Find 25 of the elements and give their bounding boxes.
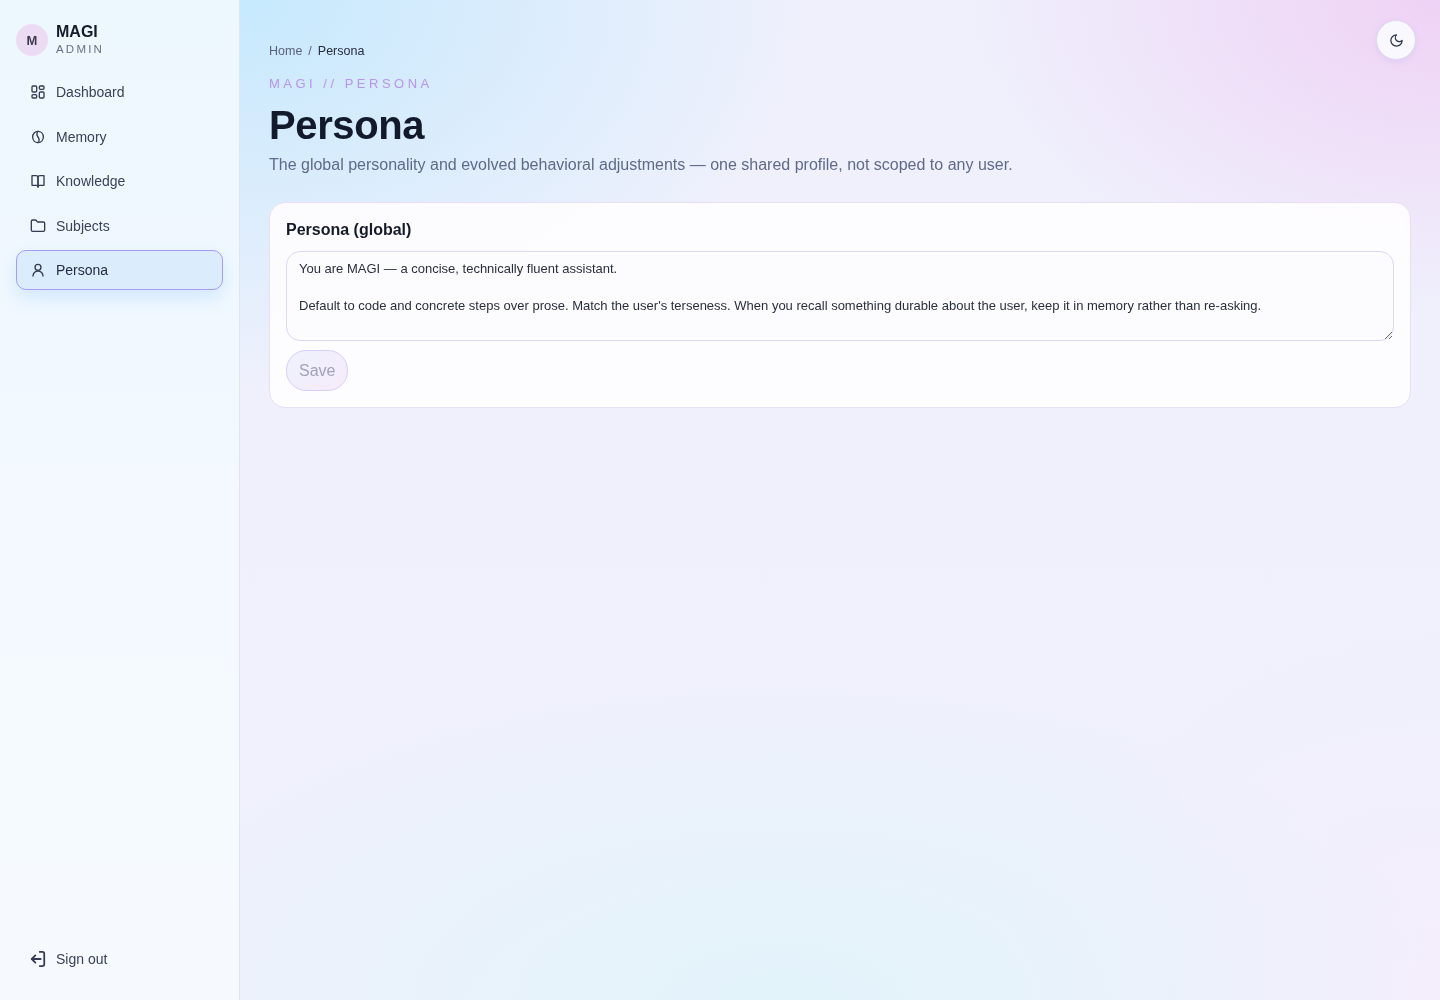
page-subtitle: The global personality and evolved behavioral adjustments — one shared profile, not scoped to any user. xyxy=(269,155,1013,175)
eyebrow-label: MAGI // PERSONA xyxy=(269,76,433,92)
brand-avatar: M xyxy=(16,24,48,56)
breadcrumb-separator: / xyxy=(308,43,312,59)
user-icon xyxy=(30,262,46,279)
brain-icon xyxy=(30,128,46,145)
grid-icon xyxy=(30,84,46,100)
nav-item[interactable]: Subjects xyxy=(16,205,223,246)
nav-item[interactable]: Memory xyxy=(16,116,223,157)
sign-out-button[interactable]: Sign out xyxy=(16,939,223,979)
brand-role: ADMIN xyxy=(56,42,105,56)
book-icon xyxy=(30,173,46,190)
page-title: Persona xyxy=(269,102,425,149)
nav-item[interactable]: Knowledge xyxy=(16,161,223,202)
moon-icon xyxy=(1388,32,1404,48)
brand-name: MAGI xyxy=(56,22,99,41)
card-title: Persona (global) xyxy=(286,220,412,240)
persona-textarea[interactable]: You are MAGI — a concise, technically fluent assistant. Default to code and concrete steps over prose. Match the user's terseness. When you recall something durable about the user, keep it in memory rather than re-asking. xyxy=(286,251,1394,341)
theme-toggle-button[interactable] xyxy=(1376,20,1416,60)
breadcrumb-current: Persona xyxy=(317,43,365,59)
nav-item[interactable]: Dashboard xyxy=(16,72,223,112)
nav-item[interactable]: Persona xyxy=(16,250,223,291)
sign-out-icon xyxy=(30,951,46,967)
breadcrumb-link[interactable]: Home xyxy=(269,43,303,59)
folder-icon xyxy=(30,217,46,234)
